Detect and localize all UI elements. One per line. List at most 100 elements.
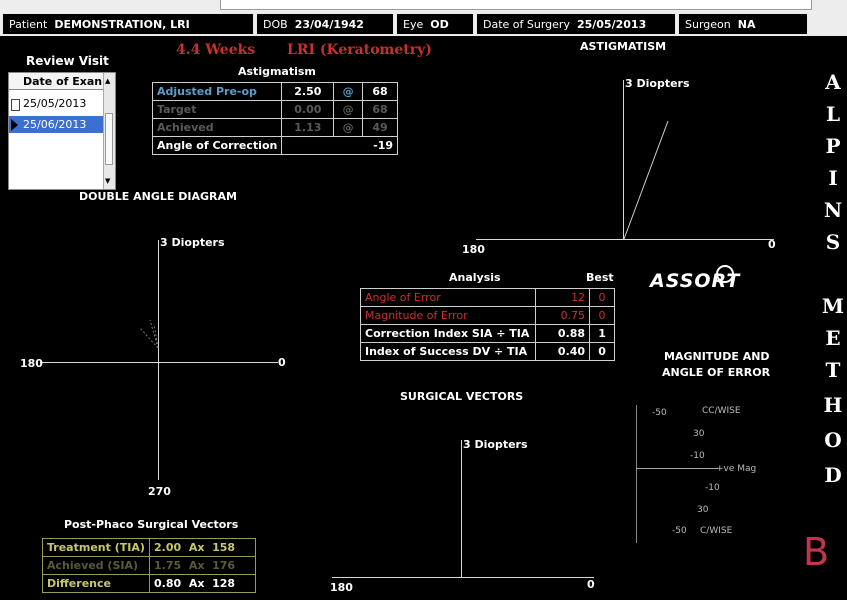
magnitude-of-error-value: 0.75 bbox=[534, 306, 591, 325]
assort-logo-globe-icon bbox=[716, 265, 734, 283]
adjusted-preop-value: 2.50 bbox=[281, 82, 335, 101]
surgery-date-field: Date of Surgery 25/05/2013 bbox=[476, 13, 676, 35]
side-title-letter: N bbox=[823, 198, 843, 222]
astigmatism-scale: 3 Diopters bbox=[625, 77, 690, 90]
list-item-selected[interactable]: 25/06/2013 bbox=[9, 116, 103, 133]
side-title-letter: M bbox=[821, 294, 845, 318]
achieved-axis: 49 bbox=[362, 118, 398, 137]
surgical-vectors-y-axis bbox=[461, 440, 462, 578]
list-column-header[interactable]: Date of Exan bbox=[9, 73, 103, 90]
tick-label: -50 bbox=[672, 526, 687, 536]
angle-of-correction-value: -19 bbox=[281, 136, 398, 155]
target-axis: 68 bbox=[362, 100, 398, 119]
scroll-down-icon[interactable]: ▼ bbox=[105, 177, 110, 185]
double-angle-vectors bbox=[139, 319, 159, 349]
surgical-vectors-left-label: 180 bbox=[330, 581, 353, 594]
scroll-up-icon[interactable]: ▲ bbox=[105, 77, 110, 85]
treatment-label: Treatment (TIA) bbox=[42, 538, 150, 557]
table-row: Angle of Error 12 0 bbox=[360, 288, 615, 307]
side-title-letter: T bbox=[825, 358, 841, 382]
side-title-letter: O bbox=[824, 428, 842, 452]
table-row: Correction Index SIA ÷ TIA 0.88 1 bbox=[360, 324, 615, 343]
difference-value: 0.80 bbox=[154, 577, 182, 590]
at-sign: @ bbox=[333, 100, 364, 119]
side-title-letter: L bbox=[825, 102, 841, 126]
visit-interval: 4.4 Weeks bbox=[176, 42, 256, 58]
surgeon-field: Surgeon NA bbox=[678, 13, 808, 35]
achieved-value: 1.13 bbox=[281, 118, 335, 137]
surgical-vectors-x-axis bbox=[332, 577, 594, 578]
scroll-thumb[interactable] bbox=[105, 113, 113, 165]
index-of-success-value: 0.40 bbox=[534, 342, 591, 361]
table-row: Achieved (SIA) 1.75 Ax 176 bbox=[42, 556, 256, 575]
list-scrollbar[interactable]: ▲ ▼ bbox=[103, 73, 115, 189]
astigmatism-vector bbox=[623, 120, 669, 240]
double-angle-right-label: 0 bbox=[278, 356, 286, 369]
surgery-value: 25/05/2013 bbox=[576, 18, 647, 31]
review-visit-list[interactable]: Date of Exan 25/05/2013 25/06/2013 ▲ ▼ bbox=[8, 72, 116, 190]
vector-line bbox=[623, 120, 669, 240]
adjusted-preop-label: Adjusted Pre-op bbox=[151, 82, 283, 101]
surgical-vectors-right-label: 0 bbox=[587, 578, 595, 591]
row-pointer-icon bbox=[11, 119, 18, 131]
achieved-sia-label: Achieved (SIA) bbox=[42, 556, 150, 575]
side-title-letter: H bbox=[823, 393, 843, 417]
patient-field: Patient DEMONSTRATION, LRI bbox=[2, 13, 254, 35]
difference-axis: 128 bbox=[212, 577, 236, 590]
surgical-vectors-title: SURGICAL VECTORS bbox=[400, 390, 524, 403]
dob-field: DOB 23/04/1942 bbox=[256, 13, 394, 35]
angle-of-error-best: 0 bbox=[589, 288, 615, 307]
correction-index-label: Correction Index SIA ÷ TIA bbox=[360, 324, 536, 343]
axis-prefix: Ax bbox=[188, 577, 205, 590]
surgeon-value: NA bbox=[737, 18, 756, 31]
mag-error-title-1: MAGNITUDE AND bbox=[664, 350, 770, 363]
eye-label: Eye bbox=[403, 18, 424, 31]
table-row: Magnitude of Error 0.75 0 bbox=[360, 306, 615, 325]
table-row: Index of Success DV ÷ TIA 0.40 0 bbox=[360, 342, 615, 361]
magnitude-of-error-label: Magnitude of Error bbox=[360, 306, 536, 325]
side-title-letter: P bbox=[825, 134, 841, 158]
astigmatism-right-label: 0 bbox=[768, 238, 776, 251]
at-sign: @ bbox=[333, 118, 364, 137]
difference-label: Difference bbox=[42, 574, 150, 593]
review-visit-title: Review Visit bbox=[26, 54, 109, 68]
at-sign: @ bbox=[333, 82, 364, 101]
table-row: Adjusted Pre-op 2.50 @ 68 bbox=[151, 82, 398, 101]
tick-label: +ve Mag bbox=[716, 464, 757, 474]
adjusted-preop-axis: 68 bbox=[362, 82, 398, 101]
target-value: 0.00 bbox=[281, 100, 335, 119]
angle-of-correction-label: Angle of Correction bbox=[151, 136, 283, 155]
row-selector bbox=[11, 99, 20, 111]
astig-table-title: Astigmatism bbox=[238, 65, 316, 78]
table-row: Difference 0.80 Ax 128 bbox=[42, 574, 256, 593]
achieved-sia-cell: 1.75 Ax 176 bbox=[149, 556, 256, 575]
angle-of-error-label: Angle of Error bbox=[360, 288, 536, 307]
tick-label: -10 bbox=[705, 483, 720, 493]
treatment-value: 2.00 bbox=[154, 541, 182, 554]
index-of-success-best: 0 bbox=[589, 342, 615, 361]
difference-cell: 0.80 Ax 128 bbox=[149, 574, 256, 593]
procedure-title: LRI (Keratometry) bbox=[287, 42, 432, 58]
eye-field: Eye OD bbox=[396, 13, 474, 35]
eye-value: OD bbox=[430, 18, 449, 31]
tick-label: C/WISE bbox=[700, 526, 733, 536]
header-strip bbox=[220, 0, 812, 10]
post-phaco-table: Treatment (TIA) 2.00 Ax 158 Achieved (SI… bbox=[42, 538, 256, 593]
double-angle-scale: 3 Diopters bbox=[160, 236, 225, 249]
side-title-letter: I bbox=[828, 166, 838, 190]
index-of-success-label: Index of Success DV ÷ TIA bbox=[360, 342, 536, 361]
double-angle-bottom-label: 270 bbox=[148, 485, 171, 498]
analysis-table: Angle of Error 12 0 Magnitude of Error 0… bbox=[360, 288, 615, 361]
achieved-sia-axis: 176 bbox=[212, 559, 236, 572]
astigmatism-left-label: 180 bbox=[462, 243, 485, 256]
double-angle-x-axis bbox=[40, 362, 278, 363]
table-row: Treatment (TIA) 2.00 Ax 158 bbox=[42, 538, 256, 557]
side-title-letter: A bbox=[825, 70, 841, 94]
tick-label: CC/WISE bbox=[702, 406, 741, 416]
mag-error-axis bbox=[636, 405, 637, 543]
dob-value: 23/04/1942 bbox=[294, 18, 364, 31]
astig-table: Adjusted Pre-op 2.50 @ 68 Target 0.00 @ … bbox=[151, 82, 398, 155]
achieved-label: Achieved bbox=[151, 118, 283, 137]
post-phaco-title: Post-Phaco Surgical Vectors bbox=[64, 518, 239, 531]
list-item[interactable]: 25/05/2013 bbox=[9, 95, 103, 112]
